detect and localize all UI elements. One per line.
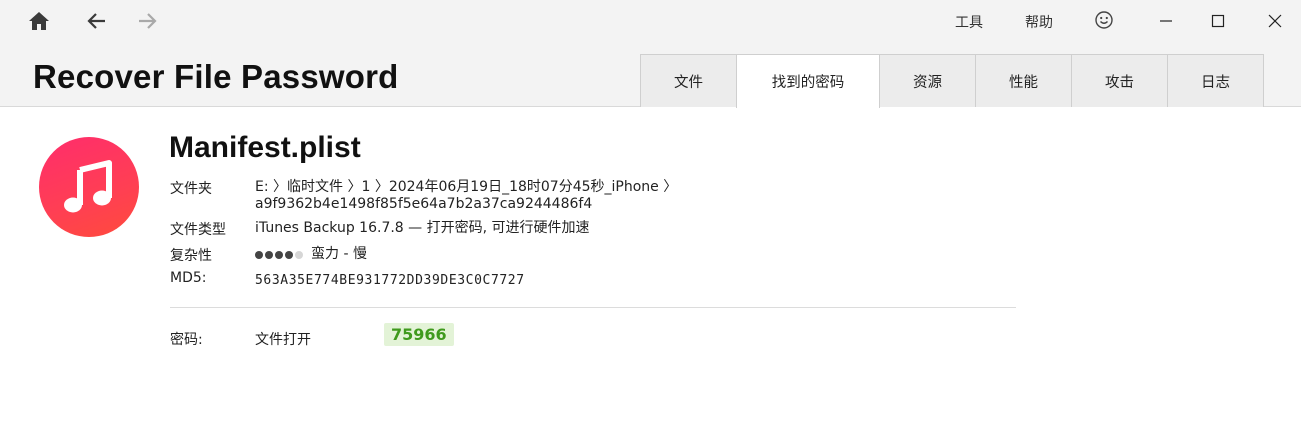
minimize-icon[interactable] — [1146, 6, 1186, 36]
tab-bar: 文件 找到的密码 资源 性能 攻击 日志 — [640, 54, 1264, 108]
app-title: Recover File Password — [33, 58, 399, 95]
tab-performance[interactable]: 性能 — [975, 54, 1072, 107]
tools-menu[interactable]: 工具 — [955, 12, 983, 32]
divider — [170, 307, 1016, 308]
complexity-dot — [255, 250, 263, 259]
title-bar: 工具 帮助 Recover File Password 文件 找到的密码 资源 … — [0, 0, 1301, 108]
folder-path-line-1: E: 〉临时文件 〉1 〉2024年06月19日_18时07分45秒_iPhon… — [255, 179, 678, 195]
password-label: 密码: — [170, 332, 203, 348]
folder-label: 文件夹 — [170, 181, 212, 197]
md5-value: 563A35E774BE931772DD39DE3C0C7727 — [255, 273, 525, 288]
tab-resources[interactable]: 资源 — [879, 54, 976, 107]
complexity-dot — [295, 250, 303, 259]
arrow-right-icon[interactable] — [131, 6, 163, 36]
tab-log[interactable]: 日志 — [1167, 54, 1264, 107]
tab-found-passwords[interactable]: 找到的密码 — [736, 54, 880, 108]
complexity-label: 复杂性 — [170, 248, 212, 264]
close-icon[interactable] — [1255, 6, 1295, 36]
help-menu[interactable]: 帮助 — [1025, 12, 1053, 32]
file-type-label: 文件类型 — [170, 222, 226, 238]
password-method: 文件打开 — [255, 332, 311, 348]
folder-path-line-2: a9f9362b4e1498f85f5e64a7b2a37ca9244486f4 — [255, 196, 593, 212]
file-name: Manifest.plist — [169, 131, 361, 164]
maximize-icon[interactable] — [1198, 6, 1238, 36]
file-type-value: iTunes Backup 16.7.8 — 打开密码, 可进行硬件加速 — [255, 220, 590, 236]
arrow-left-icon[interactable] — [81, 6, 113, 36]
complexity-dot — [265, 250, 273, 259]
itunes-music-note-icon — [39, 137, 139, 237]
home-icon[interactable] — [23, 6, 55, 36]
password-value[interactable]: 75966 — [384, 323, 454, 346]
complexity-text: 蛮力 - 慢 — [311, 246, 367, 262]
md5-label: MD5: — [170, 270, 207, 286]
complexity-dot — [275, 250, 283, 259]
smiley-icon[interactable] — [1094, 10, 1114, 30]
tab-attack[interactable]: 攻击 — [1071, 54, 1168, 107]
tab-file[interactable]: 文件 — [640, 54, 737, 107]
folder-path: E: 〉临时文件 〉1 〉2024年06月19日_18时07分45秒_iPhon… — [255, 179, 677, 213]
complexity-dots — [255, 250, 305, 259]
complexity-dot — [285, 250, 293, 259]
complexity-value: 蛮力 - 慢 — [255, 246, 367, 263]
